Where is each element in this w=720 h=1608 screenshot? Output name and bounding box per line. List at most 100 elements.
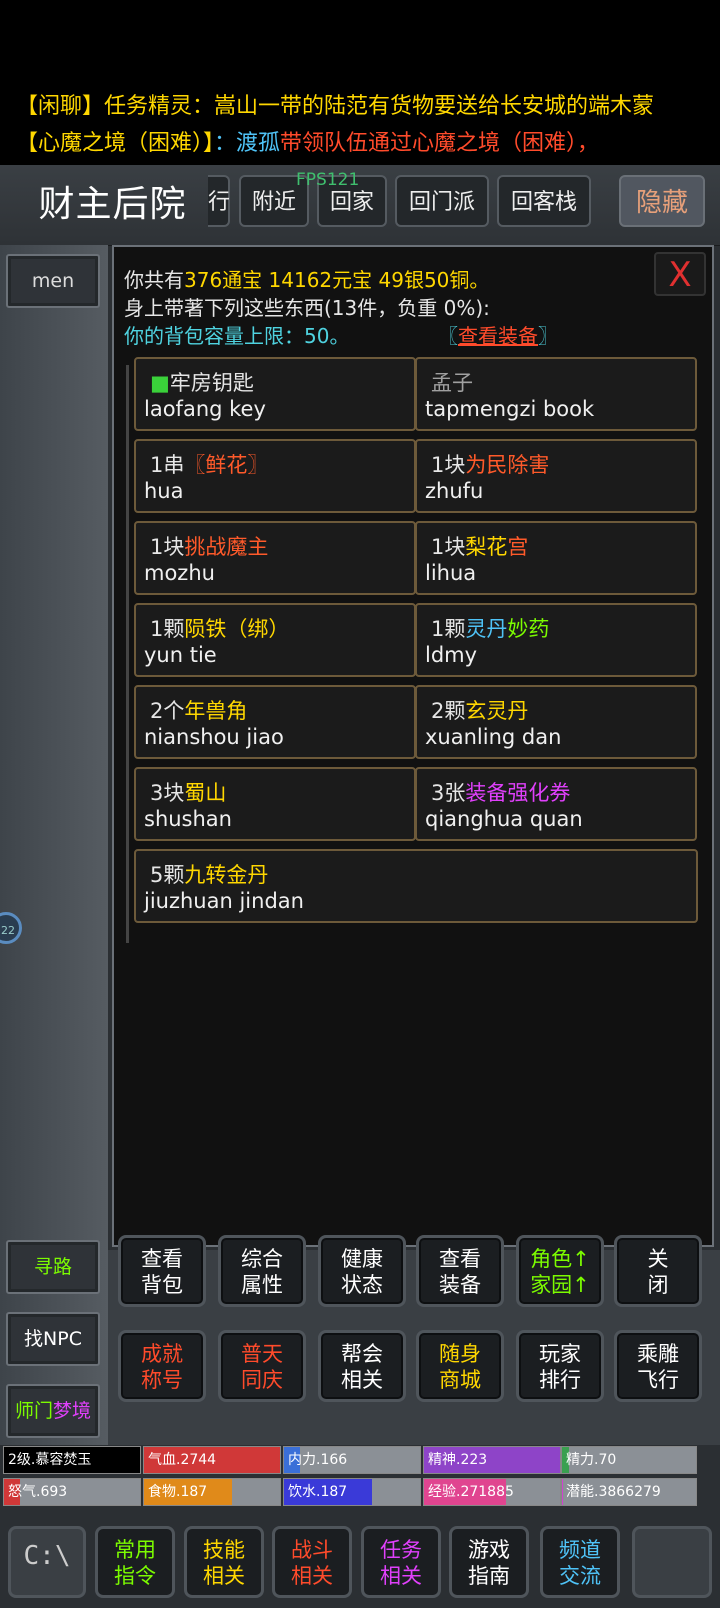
command-button[interactable]: 查看 背包 [118, 1235, 206, 1307]
find-npc-button[interactable]: 找NPC [6, 1312, 100, 1366]
stat-bar: 怒气.693 [3, 1478, 141, 1506]
inventory-item[interactable]: 1块梨花宫 lihua [415, 521, 697, 595]
item-id: xuanling dan [425, 725, 562, 749]
item-quantity: 3块 [150, 781, 185, 805]
fps-counter: FPS121 [296, 170, 360, 190]
command-label-1: 角色↑ [530, 1247, 590, 1271]
item-name: 孟子 [431, 371, 473, 395]
shimen-dream-button[interactable]: 师门梦境 [6, 1384, 100, 1438]
command-label-2: 状态 [341, 1273, 383, 1297]
dream-label: 梦境 [53, 1400, 92, 1422]
command-label-2: 同庆 [241, 1368, 283, 1392]
item-name-line: 1块为民除害 [431, 449, 549, 479]
item-name: 为民除害 [465, 453, 550, 477]
item-id: nianshou jiao [144, 725, 284, 749]
inventory-item[interactable]: 3张装备强化券 qianghua quan [415, 767, 697, 841]
inventory-item[interactable]: ■牢房钥匙 laofang key [134, 357, 416, 431]
item-id: shushan [144, 807, 232, 831]
item-name-suffix: 妙药 [507, 617, 550, 641]
bottom-label-1: 任务 [380, 1538, 422, 1562]
bottom-label-2: 指令 [114, 1564, 156, 1588]
stat-bar: 潜能.3866279 [561, 1478, 697, 1506]
bracket-close: 〗 [538, 324, 558, 348]
command-button[interactable]: 普天 同庆 [218, 1330, 306, 1402]
item-quantity: 1块 [431, 453, 466, 477]
command-label-1: 随身 [439, 1342, 481, 1366]
nav-button-inn[interactable]: 回客栈 [497, 175, 591, 227]
item-quantity: 2颗 [431, 699, 466, 723]
inventory-item[interactable]: 1颗陨铁（绑） yun tie [134, 603, 416, 677]
command-button[interactable]: 玩家 排行 [516, 1330, 604, 1402]
inventory-item[interactable]: 5颗九转金丹 jiuzhuan jindan [134, 849, 698, 923]
chat-tag: 【闲聊】 [16, 94, 105, 119]
command-label-1: 帮会 [341, 1342, 383, 1366]
command-label-1: 关 [647, 1247, 669, 1271]
inventory-item[interactable]: 1块为民除害 zhufu [415, 439, 697, 513]
command-button[interactable]: 关闭 [614, 1235, 702, 1307]
bottom-label-1: 游戏 [468, 1538, 510, 1562]
command-label-1: 综合 [241, 1247, 283, 1271]
command-button[interactable]: 帮会 相关 [318, 1330, 406, 1402]
command-button[interactable]: 综合 属性 [218, 1235, 306, 1307]
view-equipment-link[interactable]: 查看装备 [458, 324, 538, 348]
item-name-line: 1块梨花宫 [431, 531, 528, 561]
command-button[interactable]: 角色↑ 家园↑ [516, 1235, 604, 1307]
list-scroll-indicator [126, 365, 129, 943]
item-id: laofang key [144, 397, 266, 421]
money-line: 你共有376通宝 14162元宝 49银50铜。 [124, 264, 489, 293]
command-button[interactable]: 成就 称号 [118, 1330, 206, 1402]
inventory-item[interactable]: 3块蜀山 shushan [134, 767, 416, 841]
bottom-menu-button[interactable]: 技能 相关 [184, 1526, 264, 1598]
bottom-menu-button[interactable]: 游戏 指南 [449, 1526, 529, 1598]
bottom-menu-button[interactable]: 任务 相关 [361, 1526, 441, 1598]
men-button[interactable]: men [6, 254, 100, 308]
shimen-label: 师门 [14, 1400, 53, 1422]
inventory-item[interactable]: 孟子 tapmengzi book [415, 357, 697, 431]
money-value: 376通宝 14162元宝 49银50铜。 [184, 268, 490, 292]
hide-button[interactable]: 隐藏 [619, 175, 705, 227]
item-quantity: 1颗 [150, 617, 185, 641]
command-button[interactable]: 随身 商城 [416, 1330, 504, 1402]
inventory-item[interactable]: 2颗玄灵丹 xuanling dan [415, 685, 697, 759]
command-label-2: 商城 [439, 1368, 481, 1392]
stat-label: 食物.187 [148, 1484, 208, 1500]
item-quantity: 1颗 [431, 617, 466, 641]
close-icon[interactable]: X [654, 252, 706, 296]
view-equipment-link-wrap: 〖查看装备〗 [438, 320, 558, 349]
inventory-item[interactable]: 1块挑战魔主 mozhu [134, 521, 416, 595]
command-button[interactable]: 健康 状态 [318, 1235, 406, 1307]
item-quantity: 1串 [150, 453, 185, 477]
bracket-open: 〖 [438, 324, 458, 348]
item-quantity: 2个 [150, 699, 185, 723]
carry-line: 身上带著下列这些东西(13件，负重 0%): [124, 296, 490, 320]
chat-text: 任务精灵：嵩山一带的陆范有货物要送给长安城的端木蒙 [104, 94, 655, 119]
bottom-label-1: 技能 [203, 1538, 245, 1562]
status-bar [0, 0, 720, 70]
nav-button-sect[interactable]: 回门派 [395, 175, 489, 227]
item-name: 装备强化券 [465, 781, 571, 805]
item-name-line: 1颗陨铁（绑） [150, 613, 289, 643]
stat-bar: 食物.187 [143, 1478, 281, 1506]
item-name: 牢房钥匙 [169, 371, 254, 395]
command-button[interactable]: 查看 装备 [416, 1235, 504, 1307]
inventory-item[interactable]: 1串〖鲜花〗 hua [134, 439, 416, 513]
pathfind-button[interactable]: 寻路 [6, 1240, 100, 1294]
command-button[interactable]: 乘雕 飞行 [614, 1330, 702, 1402]
item-quantity: 3张 [431, 781, 466, 805]
item-name: 梨花 [465, 535, 508, 559]
inventory-item[interactable]: 1颗灵丹妙药 ldmy [415, 603, 697, 677]
bottom-menu-button[interactable]: 战斗 相关 [272, 1526, 352, 1598]
more-icon[interactable] [632, 1526, 712, 1598]
item-id: lihua [425, 561, 477, 585]
item-name-line: 1块挑战魔主 [150, 531, 268, 561]
inventory-item[interactable]: 2个年兽角 nianshou jiao [134, 685, 416, 759]
bottom-menu-button[interactable]: 频道 交流 [540, 1526, 620, 1598]
command-label-1: 成就 [141, 1342, 183, 1366]
bottom-label-2: 指南 [468, 1564, 510, 1588]
nav-button-partial[interactable]: 行 [208, 175, 230, 227]
console-button[interactable]: C:\ [8, 1526, 86, 1598]
item-name: 灵丹 [465, 617, 508, 641]
stat-bar: 内力.166 [283, 1446, 421, 1474]
item-name: 年兽角 [184, 699, 248, 723]
bottom-menu-button[interactable]: 常用 指令 [95, 1526, 175, 1598]
